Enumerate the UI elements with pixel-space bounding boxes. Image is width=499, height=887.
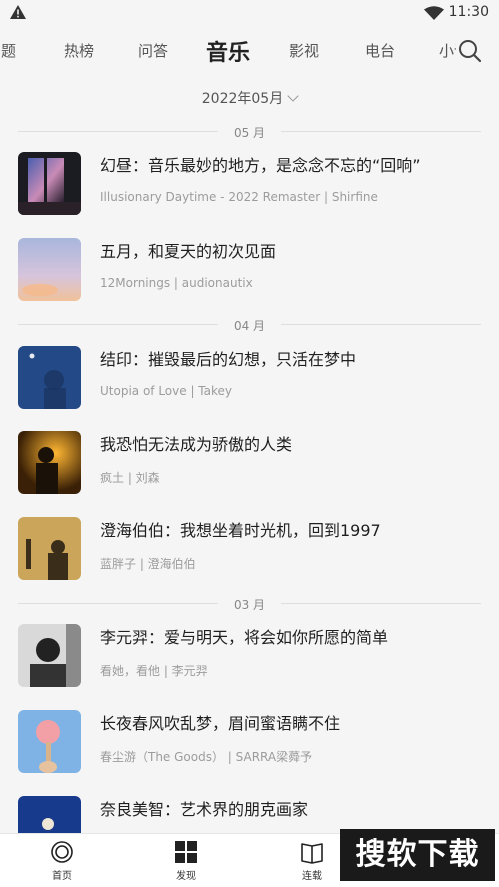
- nav-discover-label: 发现: [176, 871, 196, 882]
- tab-radio[interactable]: 电台: [365, 40, 395, 61]
- cover-image: [18, 431, 81, 494]
- item-title: 澄海伯伯：我想坐着时光机，回到1997: [100, 521, 381, 540]
- list-item[interactable]: 澄海伯伯：我想坐着时光机，回到1997 蓝胖子 | 澄海伯伯: [18, 517, 481, 581]
- grid-icon: [175, 841, 197, 863]
- cover-image: [18, 710, 81, 773]
- month-divider: 05 月: [18, 124, 481, 140]
- list-item[interactable]: 长夜春风吹乱梦，眉间蜜语瞒不住 春尘游（The Goods） | SARRA梁蕣…: [18, 710, 481, 774]
- item-title: 我恐怕无法成为骄傲的人类: [100, 435, 293, 454]
- cover-image: [18, 346, 81, 409]
- item-title: 李元羿：爱与明天，将会如你所愿的简单: [100, 628, 389, 647]
- cover-image: [18, 238, 81, 301]
- item-subtitle: 看她，看他 | 李元羿: [100, 664, 208, 678]
- item-title: 幻昼：音乐最妙的地方，是念念不忘的“回响”: [100, 156, 421, 175]
- item-subtitle: 春尘游（The Goods） | SARRA梁蕣予: [100, 750, 313, 764]
- cover-image: [18, 152, 81, 215]
- item-title: 五月，和夏天的初次见面: [100, 242, 277, 261]
- search-icon[interactable]: [456, 36, 486, 66]
- list-item[interactable]: 五月，和夏天的初次见面 12Mornings | audionautix: [18, 238, 481, 302]
- nav-home[interactable]: 首页: [22, 840, 102, 882]
- month-divider-label: 04 月: [233, 319, 266, 333]
- status-bar: 11:30: [0, 0, 499, 26]
- nav-home-label: 首页: [52, 871, 72, 882]
- list-item[interactable]: 结印：摧毁最后的幻想，只活在梦中 Utopia of Love | Takey: [18, 346, 481, 410]
- tab-qa[interactable]: 问答: [138, 40, 168, 61]
- item-subtitle: 蓝胖子 | 澄海伯伯: [100, 557, 196, 571]
- status-time: 11:30: [448, 4, 489, 20]
- item-subtitle: Illusionary Daytime - 2022 Remaster | Sh…: [100, 190, 378, 204]
- nav-discover[interactable]: 发现: [146, 840, 226, 882]
- item-title: 长夜春风吹乱梦，眉间蜜语瞒不住: [100, 714, 341, 733]
- month-filter-label: 2022年05月: [201, 91, 284, 107]
- category-tabs: 专题 热榜 问答 音乐 影视 电台 小说: [0, 26, 499, 76]
- list-item[interactable]: 李元羿：爱与明天，将会如你所愿的简单 看她，看他 | 李元羿: [18, 624, 481, 688]
- month-divider: 03 月: [18, 596, 481, 612]
- item-subtitle: Utopia of Love | Takey: [100, 384, 233, 398]
- tab-topics[interactable]: 专题: [0, 40, 16, 61]
- warning-icon: [10, 5, 26, 19]
- item-title: 奈良美智：艺术界的朋克画家: [100, 800, 309, 819]
- list-item[interactable]: 我恐怕无法成为骄傲的人类 疯土 | 刘森: [18, 431, 481, 495]
- month-filter[interactable]: 2022年05月: [0, 88, 499, 108]
- tab-hot[interactable]: 热榜: [64, 40, 94, 61]
- tab-movies[interactable]: 影视: [289, 40, 319, 61]
- month-divider-label: 03 月: [233, 598, 266, 612]
- watermark-logo: 搜软下载: [340, 829, 495, 881]
- item-subtitle: 12Mornings | audionautix: [100, 276, 253, 290]
- cover-image: [18, 517, 81, 580]
- book-icon: [301, 843, 323, 864]
- home-circle-icon: [51, 841, 73, 863]
- wifi-icon: [424, 6, 444, 20]
- item-title: 结印：摧毁最后的幻想，只活在梦中: [100, 350, 357, 369]
- month-divider: 04 月: [18, 317, 481, 333]
- chevron-down-icon: [287, 90, 299, 102]
- month-divider-label: 05 月: [233, 126, 266, 140]
- item-subtitle: 疯土 | 刘森: [100, 471, 160, 485]
- tab-music[interactable]: 音乐: [206, 35, 250, 67]
- cover-image: [18, 624, 81, 687]
- list-item[interactable]: 幻昼：音乐最妙的地方，是念念不忘的“回响” Illusionary Daytim…: [18, 152, 481, 216]
